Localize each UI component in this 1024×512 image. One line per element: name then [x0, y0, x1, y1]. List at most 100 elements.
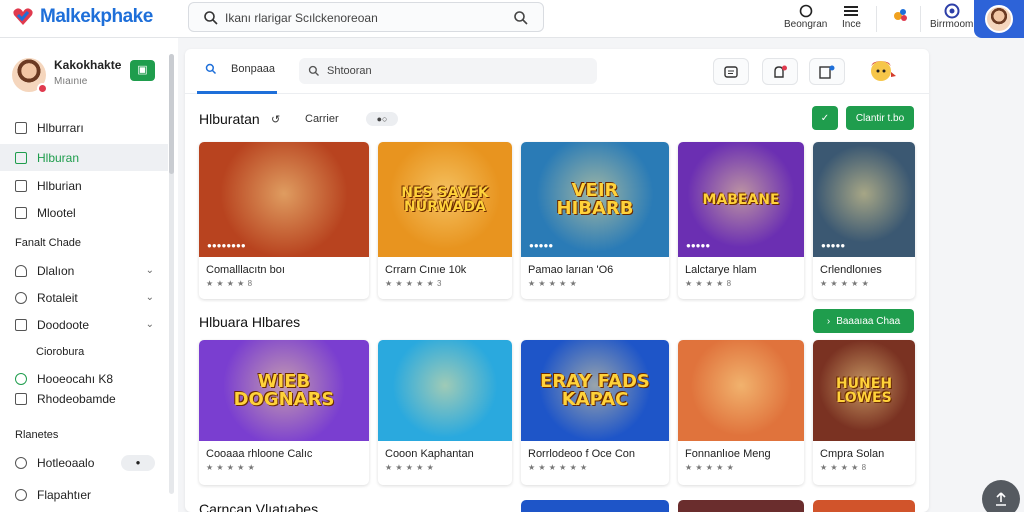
tab-underline [197, 91, 277, 94]
card-peek[interactable] [813, 500, 915, 512]
game-card[interactable]: ERAY FADS KAPAC Rorrlodeoo f Oce Con ★ ★ ★… [521, 340, 669, 485]
profile-button[interactable] [974, 0, 1024, 38]
sidebar-item-label: Dlalıon [37, 263, 75, 278]
box-button[interactable] [809, 58, 845, 85]
upload-icon [996, 492, 1006, 506]
game-title: Lalctarye hlam [685, 264, 757, 276]
game-card[interactable]: WIEB DOGNARS Cooaaa rhloone Calıc ★ ★ ★ ★ … [199, 340, 369, 485]
game-thumbnail: HUNEH LOWES [813, 340, 915, 441]
sidebar-item-2[interactable]: Hlburian [0, 172, 168, 199]
game-thumbnail [813, 142, 915, 257]
game-title: Cooaaa rhloone Calıc [206, 448, 313, 460]
check-icon: ✓ [820, 112, 830, 124]
user-badge-button[interactable]: ▣ [130, 60, 155, 81]
status-dot [37, 83, 48, 94]
sidebar-item-label: Hlburian [37, 178, 82, 193]
game-title: Rorrlodeoo f Oce Con [528, 448, 635, 460]
section-action-button[interactable]: Clantir t.bo [846, 106, 914, 130]
info-icon [15, 488, 27, 501]
sidebar-item-label: Hlburrarı [37, 120, 84, 135]
sidebar-extra-1[interactable]: Rhodeobamde [0, 385, 168, 412]
game-rating: ★ ★ ★ ★ ★ [820, 279, 870, 288]
chip-icon[interactable]: ↺ [271, 113, 280, 126]
sidebar-section-heading: Rlanetes [15, 429, 59, 441]
search-icon [204, 11, 218, 25]
sidebar-scrollbar[interactable] [169, 54, 174, 494]
game-card[interactable]: MABEANE ●●●●● Lalctarye hlam ★ ★ ★ ★ 8 [678, 142, 804, 299]
thumbnail-art-text: NES SAVEK NURWADA [401, 184, 489, 215]
game-title: Cooon Kaphantan [385, 448, 474, 460]
sidebar-item-label: Rotaleit [37, 290, 78, 305]
card-peek[interactable] [678, 500, 804, 512]
search-submit-icon[interactable] [513, 10, 529, 26]
notification-icon[interactable] [892, 6, 910, 29]
chevron-down-icon: ⌄ [145, 292, 154, 303]
scroll-top-button[interactable] [982, 480, 1020, 512]
toggle-pill[interactable]: ● [121, 455, 155, 471]
sidebar-item-label: Doodoote [37, 317, 90, 332]
check-icon [15, 372, 27, 385]
game-card[interactable]: VEIR HIBARB ●●●●● Pamao larıan 'O6 ★ ★ ★ ★ … [521, 142, 669, 299]
logo-text: Malkekphake [40, 6, 153, 27]
game-thumbnail [378, 340, 512, 441]
confirm-button[interactable]: ✓ [812, 106, 838, 130]
game-title: Comalllacıtn boı [206, 264, 285, 276]
content-search-input[interactable]: Shtooran [299, 58, 597, 84]
game-rating: ★ ★ ★ ★ ★ ★ [528, 463, 588, 472]
scrollbar-thumb[interactable] [169, 54, 174, 174]
section-title: Carncan Vlıatıabes [199, 501, 319, 512]
game-thumbnail: NES SAVEK NURWADA [378, 142, 512, 257]
sidebar-item-1[interactable]: Hlburan [0, 144, 168, 171]
game-rating: ★ ★ ★ ★ 8 [685, 279, 732, 288]
sidebar-item-0[interactable]: Hlburrarı [0, 114, 168, 141]
search-icon [308, 65, 319, 76]
section-title: Hlburatan [199, 111, 260, 127]
game-title: Cmpra Solan [820, 448, 885, 460]
user-icon [15, 264, 27, 277]
user-card[interactable]: Kakokhakte Mıaınıe [12, 58, 121, 94]
game-title: Pamao larıan 'O6 [528, 264, 614, 276]
circle-icon [797, 3, 815, 19]
topnav-item-1[interactable]: Ince [842, 3, 861, 30]
chevron-right-icon: › [826, 315, 831, 327]
thumbnail-tag: ●●●●●●●● [207, 241, 246, 250]
section-title: Hlbuara Hlbares [199, 314, 301, 330]
bookmark-icon [15, 206, 27, 219]
sidebar-item-label: Mlootel [37, 205, 76, 220]
filter-pill[interactable]: ●○ [366, 112, 398, 126]
sidebar-bottom-0[interactable]: Hotleoaalo ● [0, 449, 168, 476]
game-card[interactable]: ●●●●● Crlendlonıes ★ ★ ★ ★ ★ [813, 142, 915, 299]
sidebar-bottom-1[interactable]: Flapahtıer [0, 481, 168, 508]
filter-chip[interactable]: Carrier [305, 113, 339, 125]
mascot-icon[interactable] [865, 54, 897, 86]
game-rating: ★ ★ ★ ★ ★ [528, 279, 578, 288]
list-icon [15, 392, 27, 405]
game-card[interactable]: Fonnanlıoe Meng ★ ★ ★ ★ ★ [678, 340, 804, 485]
sidebar-subitem[interactable]: Ciorobura [0, 338, 168, 365]
sidebar-item-3[interactable]: Mlootel [0, 199, 168, 226]
game-card[interactable]: Cooon Kaphantan ★ ★ ★ ★ ★ [378, 340, 512, 485]
sidebar-item-label: Hlburan [37, 150, 80, 165]
sidebar-item-label: Hotleoaalo [37, 455, 95, 470]
globe-button[interactable]: Birrmoom [930, 3, 973, 30]
game-card[interactable]: ●●●●●●●● Comalllacıtn boı ★ ★ ★ ★ 8 [199, 142, 369, 299]
logo[interactable]: Malkekphake [12, 6, 153, 28]
gear-icon [15, 291, 27, 304]
tab-label: Bonpaaa [231, 63, 276, 75]
menu-icon [842, 3, 860, 19]
topnav-item-0[interactable]: Beongran [784, 3, 827, 30]
sidebar-group-0[interactable]: Dlalıon ⌄ [0, 257, 168, 284]
game-rating: ★ ★ ★ ★ ★ [206, 463, 256, 472]
grid-icon [15, 151, 27, 164]
bell-button[interactable] [762, 58, 798, 85]
global-search-input[interactable]: Ikanı rlarigar Scılckenoreoan [188, 2, 544, 32]
game-card[interactable]: HUNEH LOWES Cmpra Solan ★ ★ ★ ★ 8 [813, 340, 915, 485]
game-card[interactable]: NES SAVEK NURWADA Crrarn Cınıe 10k ★ ★ ★ ★… [378, 142, 512, 299]
sidebar-group-2[interactable]: Doodoote ⌄ [0, 311, 168, 338]
sidebar-group-1[interactable]: Rotaleit ⌄ [0, 284, 168, 311]
section-action-button[interactable]: › Baaaıaa Chaa [813, 309, 914, 333]
tab-active[interactable]: Bonpaaa [205, 63, 275, 75]
globe-icon [943, 3, 961, 19]
message-button[interactable] [713, 58, 749, 85]
card-peek[interactable] [521, 500, 669, 512]
